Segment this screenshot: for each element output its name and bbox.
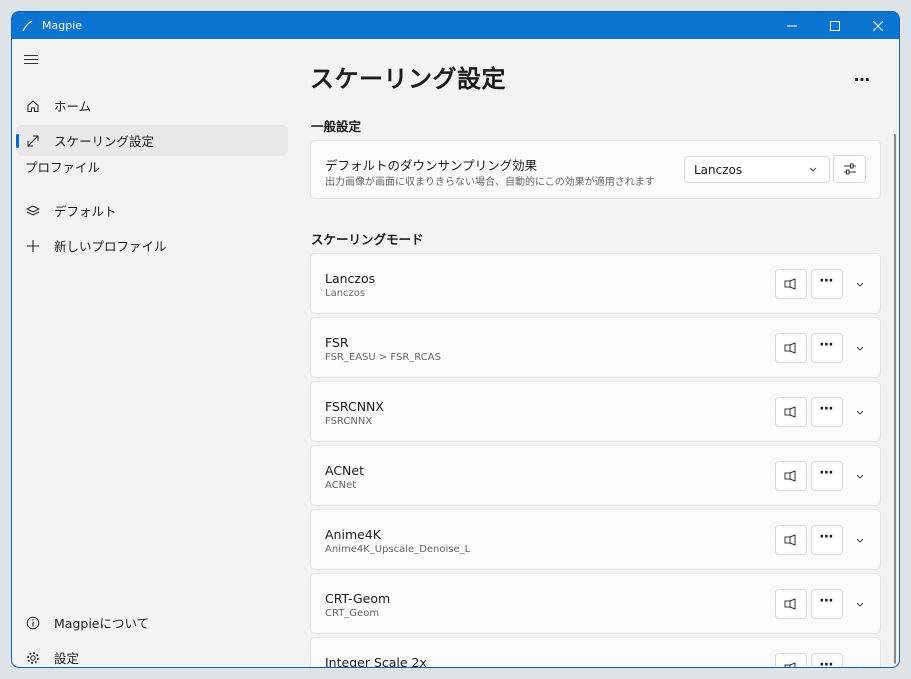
downscaling-effect-dropdown[interactable]: Lanczos bbox=[684, 156, 830, 183]
more-options-icon[interactable]: ⋯ bbox=[854, 70, 871, 89]
mode-more-button[interactable]: ⋯ bbox=[811, 461, 843, 491]
window-launch-icon bbox=[784, 275, 798, 294]
mode-more-button[interactable]: ⋯ bbox=[811, 653, 843, 668]
sliders-icon bbox=[843, 160, 857, 179]
sidebar-item-label: スケーリング設定 bbox=[54, 134, 155, 149]
title-bar[interactable]: Magpie bbox=[12, 12, 899, 39]
scaling-mode-card[interactable]: CRT-Geom CRT_Geom ⋯ bbox=[310, 573, 881, 634]
info-icon bbox=[25, 615, 41, 631]
expand-chevron-icon[interactable] bbox=[852, 404, 868, 420]
scaling-mode-card[interactable]: Anime4K Anime4K_Upscale_Denoise_L ⋯ bbox=[310, 509, 881, 570]
launch-mode-button[interactable] bbox=[775, 333, 807, 363]
window-launch-icon bbox=[784, 531, 798, 550]
page-title: スケーリング設定 bbox=[310, 65, 506, 93]
window-launch-icon bbox=[784, 403, 798, 422]
scaling-modes-header: スケーリングモード bbox=[311, 232, 424, 247]
magpie-logo-icon bbox=[20, 19, 34, 33]
chevron-down-icon bbox=[808, 163, 818, 177]
launch-mode-button[interactable] bbox=[775, 589, 807, 619]
more-options-icon: ⋯ bbox=[819, 657, 835, 668]
expand-chevron-icon[interactable] bbox=[852, 340, 868, 356]
launch-mode-button[interactable] bbox=[775, 461, 807, 491]
expand-chevron-icon[interactable] bbox=[852, 276, 868, 292]
home-icon bbox=[25, 98, 41, 114]
mode-more-button[interactable]: ⋯ bbox=[811, 589, 843, 619]
scaling-mode-name: Lanczos bbox=[325, 271, 376, 286]
expand-chevron-icon[interactable] bbox=[852, 660, 868, 667]
more-options-icon: ⋯ bbox=[819, 529, 835, 545]
plus-icon bbox=[25, 238, 41, 254]
window-launch-icon bbox=[784, 659, 798, 667]
mode-more-button[interactable]: ⋯ bbox=[811, 525, 843, 555]
scaling-mode-effects: FSR_EASU > FSR_RCAS bbox=[325, 352, 441, 363]
scaling-mode-name: FSR bbox=[325, 335, 349, 350]
scaling-mode-card[interactable]: ACNet ACNet ⋯ bbox=[310, 445, 881, 506]
layers-icon bbox=[25, 203, 41, 219]
window-launch-icon bbox=[784, 339, 798, 358]
scaling-mode-effects: ACNet bbox=[325, 480, 357, 491]
window-launch-icon bbox=[784, 595, 798, 614]
expand-chevron-icon[interactable] bbox=[852, 596, 868, 612]
effect-parameters-button[interactable] bbox=[833, 155, 866, 183]
minimize-button[interactable] bbox=[770, 12, 813, 39]
more-options-icon: ⋯ bbox=[819, 465, 835, 481]
mode-more-button[interactable]: ⋯ bbox=[811, 269, 843, 299]
expand-chevron-icon[interactable] bbox=[852, 532, 868, 548]
sidebar-item-about[interactable]: Magpieについて bbox=[16, 607, 288, 638]
sidebar-item-label: 設定 bbox=[54, 651, 80, 666]
launch-mode-button[interactable] bbox=[775, 269, 807, 299]
app-window: Magpie ホーム スケーリング設定 プロファイル デフォルト 新しいプロファ… bbox=[11, 11, 900, 668]
launch-mode-button[interactable] bbox=[775, 525, 807, 555]
sidebar-item-default-profile[interactable]: デフォルト bbox=[16, 195, 288, 226]
gear-icon bbox=[25, 650, 41, 666]
scaling-mode-name: FSRCNNX bbox=[325, 399, 384, 414]
scrollbar[interactable] bbox=[894, 134, 896, 664]
sidebar-item-label: デフォルト bbox=[54, 204, 117, 219]
sidebar-item-new-profile[interactable]: 新しいプロファイル bbox=[16, 230, 288, 261]
scaling-mode-effects: Anime4K_Upscale_Denoise_L bbox=[325, 544, 471, 555]
maximize-button[interactable] bbox=[813, 12, 856, 39]
more-options-icon: ⋯ bbox=[819, 273, 835, 289]
sidebar-item-label: ホーム bbox=[54, 99, 92, 114]
scaling-mode-name: Integer Scale 2x bbox=[325, 655, 427, 668]
launch-mode-button[interactable] bbox=[775, 653, 807, 667]
scaling-mode-card[interactable]: FSRCNNX FSRCNNX ⋯ bbox=[310, 381, 881, 442]
scale-arrows-icon bbox=[25, 133, 41, 149]
navigation-pane: ホーム スケーリング設定 プロファイル デフォルト 新しいプロファイル Magp… bbox=[12, 39, 302, 667]
scaling-mode-effects: Lanczos bbox=[325, 288, 366, 299]
downscaling-description: 出力画像が画面に収まりきらない場合、自動的にこの効果が適用されます bbox=[325, 177, 655, 188]
scaling-mode-name: ACNet bbox=[325, 463, 365, 478]
more-options-icon: ⋯ bbox=[819, 337, 835, 353]
downscaling-title: デフォルトのダウンサンプリング効果 bbox=[325, 158, 538, 173]
main-content: スケーリング設定 ⋯ 一般設定 デフォルトのダウンサンプリング効果 出力画像が画… bbox=[310, 39, 899, 667]
sidebar-item-home[interactable]: ホーム bbox=[16, 90, 288, 121]
mode-more-button[interactable]: ⋯ bbox=[811, 333, 843, 363]
selection-indicator bbox=[16, 134, 19, 148]
general-settings-header: 一般設定 bbox=[311, 119, 362, 134]
sidebar-item-label: Magpieについて bbox=[54, 616, 150, 631]
downscaling-effect-card: デフォルトのダウンサンプリング効果 出力画像が画面に収まりきらない場合、自動的に… bbox=[310, 140, 881, 199]
hamburger-menu-icon[interactable] bbox=[24, 50, 42, 68]
scaling-mode-name: CRT-Geom bbox=[325, 591, 391, 606]
scaling-mode-name: Anime4K bbox=[325, 527, 381, 542]
window-launch-icon bbox=[784, 467, 798, 486]
window-title: Magpie bbox=[42, 19, 83, 32]
mode-more-button[interactable]: ⋯ bbox=[811, 397, 843, 427]
more-options-icon: ⋯ bbox=[819, 401, 835, 417]
scaling-mode-card[interactable]: Lanczos Lanczos ⋯ bbox=[310, 253, 881, 314]
scaling-mode-card[interactable]: Integer Scale 2x ⋯ bbox=[310, 637, 881, 668]
scaling-mode-effects: FSRCNNX bbox=[325, 416, 373, 427]
sidebar-item-settings[interactable]: 設定 bbox=[16, 642, 288, 667]
sidebar-item-scaling-settings[interactable]: スケーリング設定 bbox=[16, 125, 288, 156]
dropdown-selected-value: Lanczos bbox=[694, 162, 743, 177]
more-options-icon: ⋯ bbox=[819, 593, 835, 609]
scaling-mode-card[interactable]: FSR FSR_EASU > FSR_RCAS ⋯ bbox=[310, 317, 881, 378]
expand-chevron-icon[interactable] bbox=[852, 468, 868, 484]
sidebar-item-label: 新しいプロファイル bbox=[54, 239, 167, 254]
scaling-mode-effects: CRT_Geom bbox=[325, 608, 380, 619]
close-button[interactable] bbox=[856, 12, 899, 39]
launch-mode-button[interactable] bbox=[775, 397, 807, 427]
profiles-header: プロファイル bbox=[25, 160, 101, 175]
